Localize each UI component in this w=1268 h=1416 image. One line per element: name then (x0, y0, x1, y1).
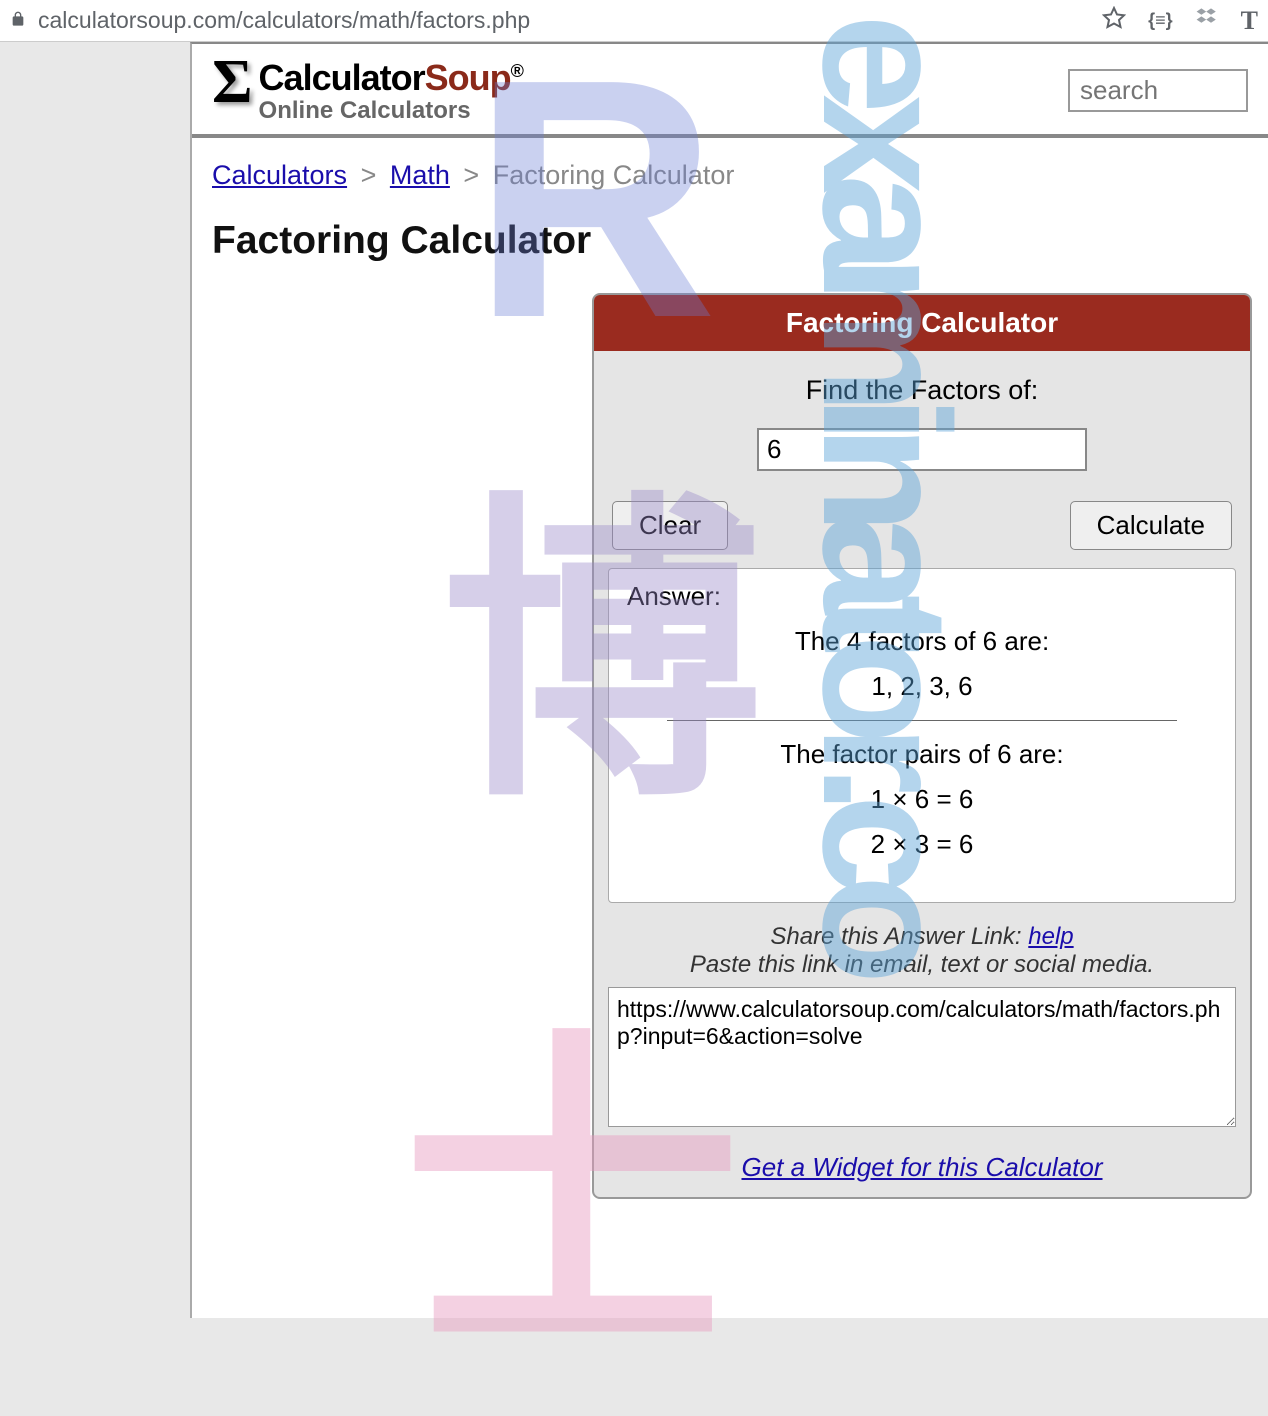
logo-area[interactable]: Σ CalculatorSoup® Online Calculators (212, 58, 1068, 124)
factors-heading: The 4 factors of 6 are: (627, 626, 1217, 657)
breadcrumb-sep: > (463, 160, 479, 190)
breadcrumb-calculators[interactable]: Calculators (212, 160, 347, 190)
browser-extension-icons: {≡} T (1102, 6, 1258, 36)
answer-box: Answer: The 4 factors of 6 are: 1, 2, 3,… (608, 568, 1236, 903)
share-url-textarea[interactable] (608, 987, 1236, 1127)
brand-soup: Soup (425, 57, 511, 98)
browser-address-bar: calculatorsoup.com/calculators/math/fact… (0, 0, 1268, 42)
breadcrumb-current: Factoring Calculator (493, 160, 735, 190)
get-widget-link[interactable]: Get a Widget for this Calculator (741, 1152, 1102, 1182)
clear-button[interactable]: Clear (612, 501, 728, 550)
brand-registered: ® (511, 61, 523, 81)
share-label: Share this Answer Link: (770, 923, 1028, 950)
lock-icon (10, 11, 26, 31)
answer-label: Answer: (627, 581, 1217, 612)
calculator-prompt: Find the Factors of: (608, 375, 1236, 406)
page-title: Factoring Calculator (192, 201, 1268, 293)
help-link[interactable]: help (1028, 923, 1073, 950)
breadcrumb-sep: > (361, 160, 377, 190)
share-section: Share this Answer Link: help Paste this … (608, 923, 1236, 1134)
factor-input[interactable] (757, 428, 1087, 471)
factors-list: 1, 2, 3, 6 (627, 671, 1217, 702)
pair-1: 1 × 6 = 6 (627, 784, 1217, 815)
bookmark-star-icon[interactable] (1102, 6, 1126, 36)
url-text[interactable]: calculatorsoup.com/calculators/math/fact… (38, 7, 1102, 34)
t-extension-icon[interactable]: T (1241, 6, 1258, 36)
calculator-widget: Factoring Calculator Find the Factors of… (592, 293, 1252, 1199)
answer-divider (667, 720, 1177, 721)
pair-2: 2 × 3 = 6 (627, 829, 1217, 860)
brand-calculator: Calculator (259, 57, 425, 98)
pairs-heading: The factor pairs of 6 are: (627, 739, 1217, 770)
site-header: Σ CalculatorSoup® Online Calculators (192, 44, 1268, 138)
widget-link-row: Get a Widget for this Calculator (608, 1152, 1236, 1183)
dropbox-icon[interactable] (1195, 6, 1219, 36)
brand-tagline: Online Calculators (259, 98, 523, 124)
page-content: R examinator.co 博 士 Σ CalculatorSoup® On… (190, 42, 1268, 1318)
brand-name: CalculatorSoup® (259, 58, 523, 98)
breadcrumb-math[interactable]: Math (390, 160, 450, 190)
paste-instruction: Paste this link in email, text or social… (608, 951, 1236, 979)
search-input[interactable] (1068, 69, 1248, 112)
breadcrumb: Calculators > Math > Factoring Calculato… (192, 138, 1268, 201)
calculator-header: Factoring Calculator (594, 295, 1250, 351)
calculate-button[interactable]: Calculate (1070, 501, 1232, 550)
sigma-icon: Σ (212, 58, 253, 108)
json-extension-icon[interactable]: {≡} (1148, 10, 1173, 31)
